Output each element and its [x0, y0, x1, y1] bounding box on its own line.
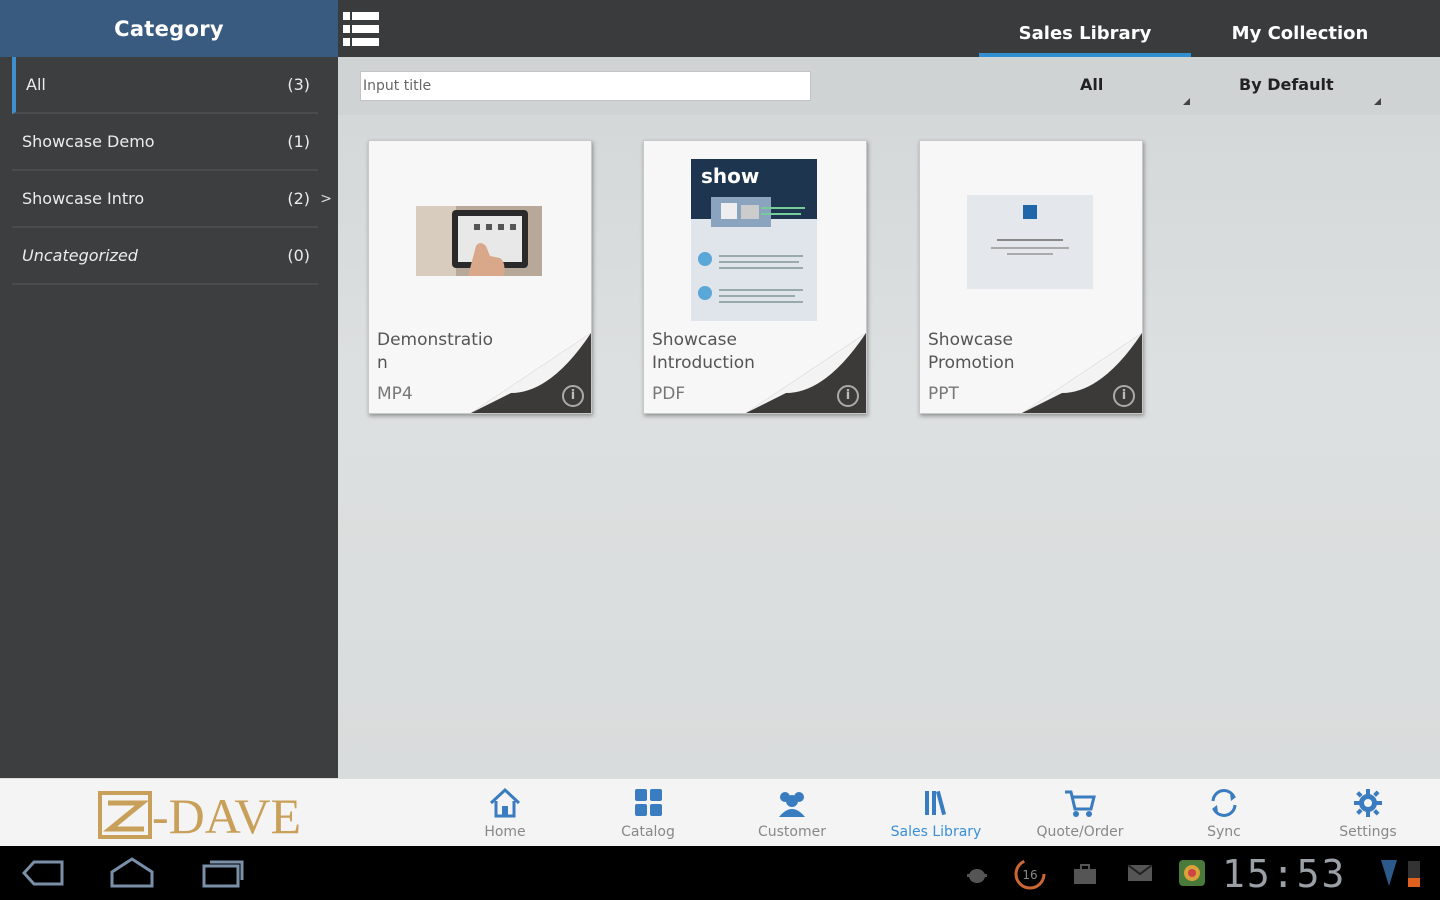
- nav-catalog[interactable]: Catalog: [588, 783, 708, 845]
- bottom-navigation: -DAVE Home Catalog Customer Sales Librar…: [0, 778, 1440, 846]
- clock: 15:53: [1222, 852, 1347, 896]
- nav-settings[interactable]: Settings: [1308, 783, 1428, 845]
- category-item-uncategorized[interactable]: Uncategorized (0): [12, 228, 318, 285]
- title-search-input[interactable]: [360, 71, 811, 101]
- z-dave-logo: -DAVE: [98, 789, 301, 841]
- info-icon[interactable]: i: [837, 385, 859, 407]
- info-icon[interactable]: i: [562, 385, 584, 407]
- back-icon[interactable]: [22, 856, 66, 890]
- category-label: All: [26, 75, 46, 94]
- nav-sales-library[interactable]: Sales Library: [876, 783, 996, 845]
- dropdown-corner-icon: [1183, 98, 1190, 105]
- category-count: (3): [287, 75, 310, 94]
- notification-badge-icon: 16: [1014, 858, 1046, 890]
- category-item-all[interactable]: All (3): [12, 57, 318, 114]
- list-menu-icon: [343, 12, 379, 46]
- library-item-card[interactable]: Demonstratio n MP4 i: [368, 140, 592, 414]
- type-filter-value: All: [1080, 75, 1104, 94]
- cart-icon: [1065, 790, 1096, 817]
- app-notification-icon: [1179, 860, 1205, 886]
- list-menu-button[interactable]: [343, 12, 379, 46]
- sidebar-title: Category: [0, 0, 338, 57]
- nav-label: Catalog: [621, 824, 675, 840]
- system-bar: 16 15:53: [0, 846, 1440, 900]
- nav-label: Customer: [757, 824, 826, 840]
- card-file-type: PDF: [652, 384, 686, 404]
- sales-library-icon: [925, 790, 947, 816]
- category-item-showcase-intro[interactable]: Showcase Intro (2) >: [12, 171, 332, 228]
- category-count: (1): [287, 132, 310, 151]
- nav-home[interactable]: Home: [445, 783, 565, 845]
- notification-count: 16: [1022, 868, 1037, 882]
- tab-sales-library[interactable]: Sales Library: [979, 12, 1191, 57]
- category-sidebar: Category All (3) Showcase Demo (1) Showc…: [0, 0, 338, 778]
- home-button-icon[interactable]: [108, 856, 156, 890]
- logo-text: -DAVE: [152, 789, 301, 841]
- battery-icon: [1408, 861, 1420, 887]
- nav-sync[interactable]: Sync: [1164, 783, 1284, 845]
- customer-icon: [779, 792, 805, 817]
- thumbnail-brand-text: show: [701, 164, 759, 188]
- home-icon: [489, 787, 521, 818]
- nav-customer[interactable]: Customer: [732, 783, 852, 845]
- tab-my-collection[interactable]: My Collection: [1200, 12, 1400, 57]
- filter-bar: All By Default: [338, 57, 1440, 115]
- type-filter-dropdown[interactable]: All: [1080, 71, 1190, 105]
- sort-filter-dropdown[interactable]: By Default: [1239, 71, 1381, 105]
- ppt-thumbnail: [967, 195, 1093, 289]
- library-item-card[interactable]: Showcase Promotion PPT i: [919, 140, 1143, 414]
- top-bar: Sales Library My Collection: [338, 0, 1440, 57]
- nav-label: Home: [484, 824, 526, 840]
- card-file-type: PPT: [928, 384, 959, 404]
- category-item-showcase-demo[interactable]: Showcase Demo (1): [12, 114, 318, 171]
- nav-label: Sync: [1207, 824, 1241, 840]
- expand-arrow-icon[interactable]: >: [320, 191, 332, 207]
- nav-quote-order[interactable]: Quote/Order: [1020, 783, 1140, 845]
- dropdown-corner-icon: [1374, 98, 1381, 105]
- wifi-signal-icon: [1381, 860, 1397, 886]
- mail-icon: [1127, 864, 1153, 881]
- sync-icon: [1211, 789, 1237, 817]
- pdf-thumbnail: show: [691, 159, 817, 321]
- category-count: (0): [287, 246, 310, 265]
- library-item-card[interactable]: show Showcase Introduction PDF i: [643, 140, 867, 414]
- category-label: Uncategorized: [22, 246, 138, 265]
- category-count: (2): [287, 189, 310, 208]
- nav-label: Quote/Order: [1036, 824, 1124, 840]
- usb-debug-icon: [967, 869, 987, 883]
- catalog-icon: [635, 789, 662, 816]
- briefcase-icon: [1074, 864, 1096, 884]
- library-grid: Demonstratio n MP4 i show Showcase Intro…: [338, 115, 1440, 778]
- video-thumbnail: [416, 206, 542, 276]
- card-file-type: MP4: [377, 384, 413, 404]
- nav-label: Sales Library: [890, 824, 982, 840]
- info-icon[interactable]: i: [1113, 385, 1135, 407]
- category-label: Showcase Demo: [22, 132, 155, 151]
- sort-filter-value: By Default: [1239, 75, 1334, 94]
- gear-icon: [1354, 789, 1382, 817]
- nav-label: Settings: [1339, 824, 1397, 840]
- recent-apps-icon[interactable]: [200, 856, 246, 890]
- category-label: Showcase Intro: [22, 189, 145, 208]
